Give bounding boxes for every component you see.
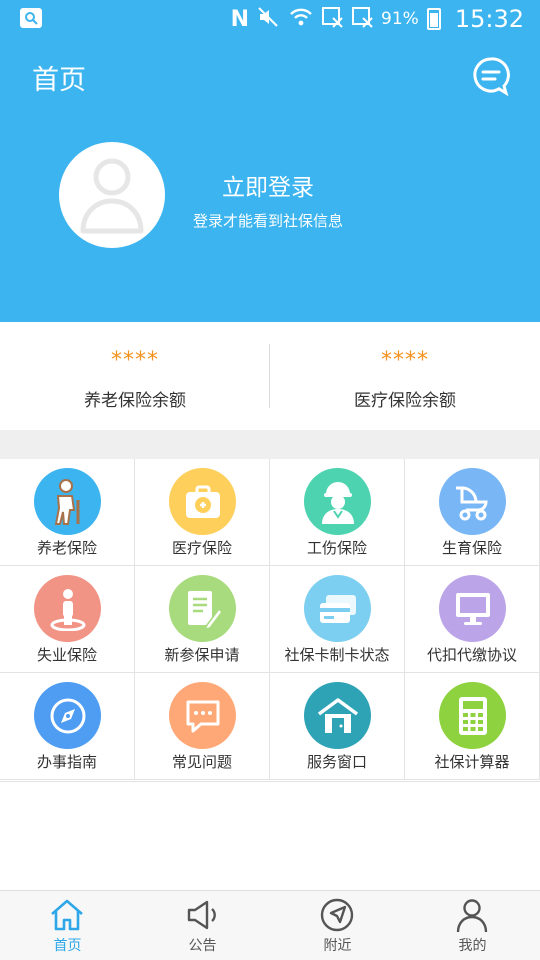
signal-no-sim-2-icon [351,6,373,33]
avatar[interactable] [59,142,165,248]
message-icon [473,57,510,97]
tab-home[interactable]: 首页 [0,891,135,960]
balance-panel: **** 养老保险余额 **** 医疗保险余额 [0,322,540,430]
elderly-icon [34,468,101,535]
service-label: 新参保申请 [164,646,240,664]
service-label: 养老保险 [36,539,97,557]
medical-balance[interactable]: **** 医疗保险余额 [270,322,540,430]
service-label: 社保卡制卡状态 [284,646,390,664]
service-withholding-agreement[interactable]: 代扣代缴协议 [405,566,540,673]
pension-balance-value: **** [111,348,159,373]
service-faq[interactable]: 常见问题 [135,673,270,780]
battery-icon [426,8,441,30]
pension-balance[interactable]: **** 养老保险余额 [0,322,270,430]
tab-label: 公告 [188,938,217,954]
header-banner: N 91% 15:32 首页 立即登录 登录才能看到社保信息 [0,0,540,322]
battery-percent: 91% [381,9,419,29]
tab-label: 我的 [458,938,487,954]
medical-balance-value: **** [381,348,429,373]
service-medical[interactable]: 医疗保险 [135,459,270,566]
service-house-icon [304,682,371,749]
service-card-status[interactable]: 社保卡制卡状态 [270,566,405,673]
service-label: 代扣代缴协议 [426,646,517,664]
user-icon [456,899,488,933]
service-pension[interactable]: 养老保险 [0,459,135,566]
signal-no-sim-icon [321,6,343,33]
nfc-icon: N [230,6,250,32]
login-link[interactable]: 立即登录 [222,168,314,202]
pension-balance-label: 养老保险余额 [84,391,186,411]
service-label: 生育保险 [441,539,502,557]
service-unemployment[interactable]: 失业保险 [0,566,135,673]
message-button[interactable] [470,55,512,97]
baby-stroller-icon [439,468,506,535]
mute-icon [257,6,281,33]
login-hint: 登录才能看到社保信息 [193,212,344,230]
service-window[interactable]: 服务窗口 [270,673,405,780]
tab-mine[interactable]: 我的 [405,891,540,960]
home-icon [51,899,83,931]
wifi-icon [289,7,313,32]
clock: 15:32 [454,5,524,33]
megaphone-icon [187,900,216,930]
service-label: 失业保险 [36,646,97,664]
service-label: 医疗保险 [171,539,232,557]
service-new-enrollment[interactable]: 新参保申请 [135,566,270,673]
bottom-tab-bar: 首页 公告 附近 我的 [0,890,540,960]
monitor-icon [439,575,506,642]
compass-icon [34,682,101,749]
service-maternity[interactable]: 生育保险 [405,459,540,566]
cards-icon [304,575,371,642]
medical-balance-label: 医疗保险余额 [354,391,456,411]
medical-kit-icon [169,468,236,535]
tab-label: 首页 [53,938,82,954]
default-avatar-icon [80,158,144,234]
navigation-icon [320,898,354,932]
service-grid: 养老保险 医疗保险 工伤保险 生育保险 失业保险 新参保申请 社保卡制卡状态 代… [0,459,540,782]
document-edit-icon [169,575,236,642]
status-bar: N 91% 15:32 [0,0,540,38]
page-title: 首页 [32,65,86,96]
service-guide[interactable]: 办事指南 [0,673,135,780]
worker-icon [304,468,371,535]
service-label: 工伤保险 [306,539,367,557]
tab-nearby[interactable]: 附近 [270,891,405,960]
service-label: 常见问题 [171,753,232,771]
service-label: 办事指南 [36,753,97,771]
chat-bubble-icon [169,682,236,749]
service-work-injury[interactable]: 工伤保险 [270,459,405,566]
calculator-icon [439,682,506,749]
service-label: 服务窗口 [306,753,367,771]
tab-announcements[interactable]: 公告 [135,891,270,960]
person-standing-icon [34,575,101,642]
service-calculator[interactable]: 社保计算器 [405,673,540,780]
section-separator [0,430,540,459]
tab-label: 附近 [323,938,352,954]
service-label: 社保计算器 [434,753,510,771]
search-notification-icon [20,8,42,28]
